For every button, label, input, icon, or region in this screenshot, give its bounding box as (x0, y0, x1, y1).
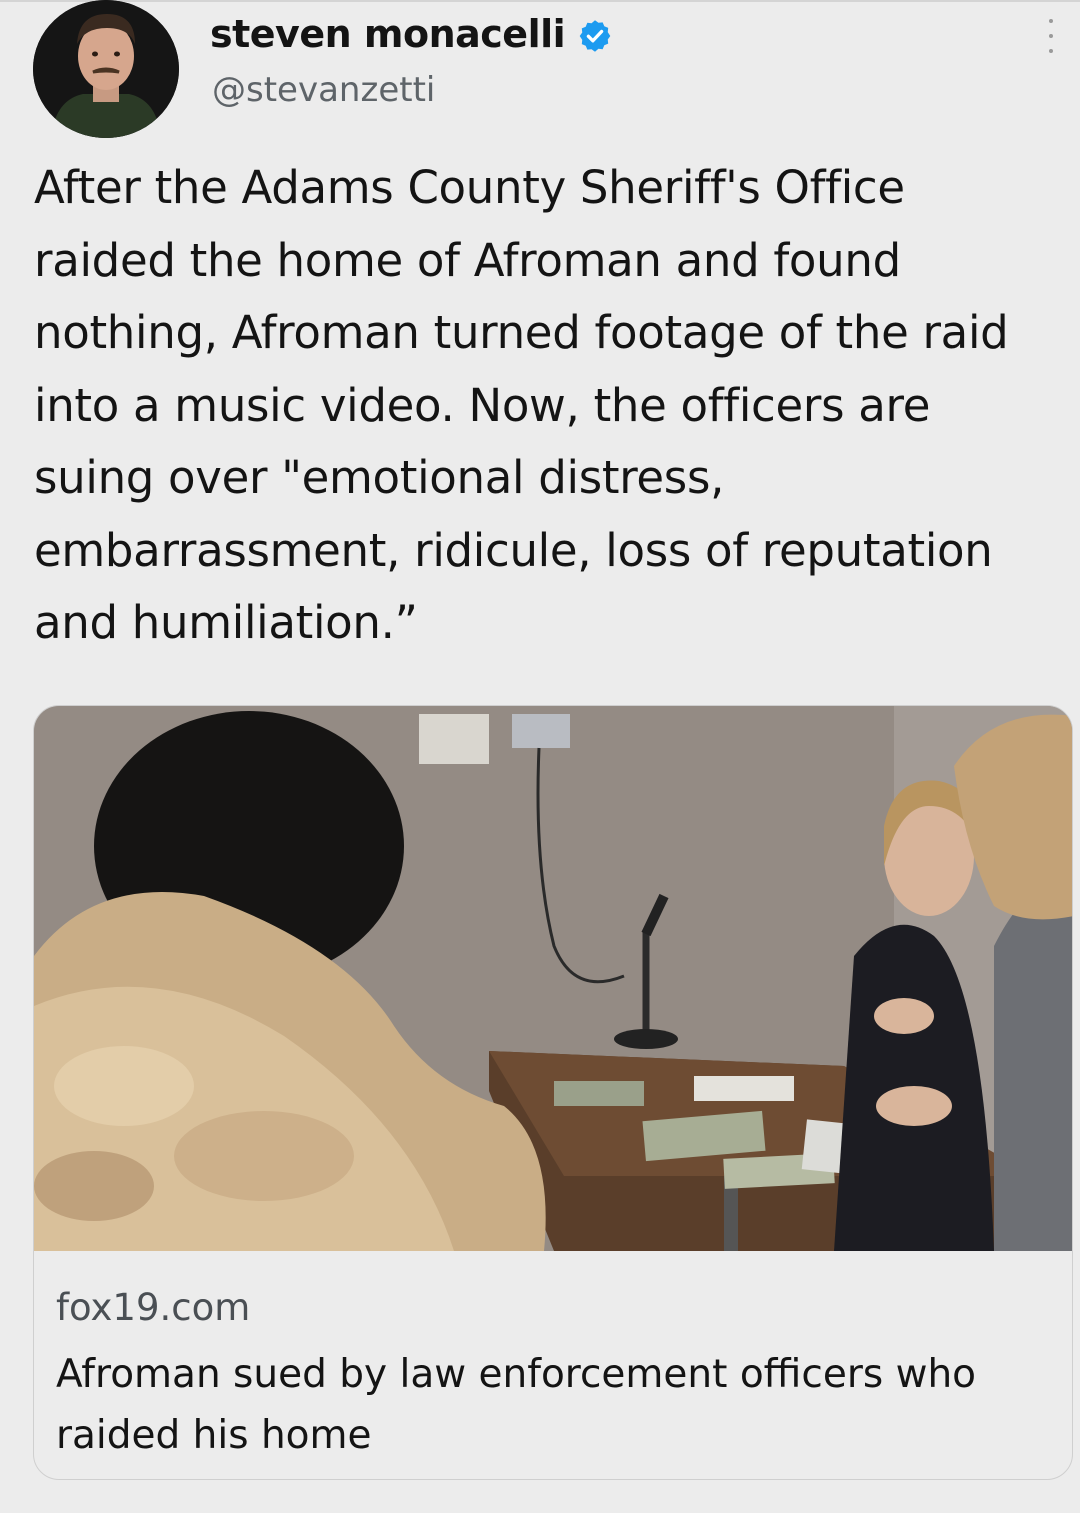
author-name[interactable]: steven monacelli (210, 12, 566, 56)
verified-badge-icon (579, 20, 611, 52)
top-divider (0, 0, 1080, 2)
tweet-text: After the Adams County Sheriff's Office … (34, 161, 1009, 649)
link-title[interactable]: Afroman sued by law enforcement officers… (56, 1344, 1046, 1466)
author-handle[interactable]: @stevanzetti (212, 70, 435, 110)
author-header: steven monacelli (210, 12, 613, 56)
more-options-icon[interactable] (1040, 16, 1062, 56)
link-domain: fox19.com (56, 1286, 251, 1329)
link-preview-card[interactable]: fox19.com Afroman sued by law enforcemen… (33, 705, 1073, 1480)
avatar-photo (33, 0, 179, 138)
preview-photo (34, 706, 1072, 1251)
link-preview-image[interactable] (34, 706, 1072, 1251)
author-avatar[interactable] (33, 0, 179, 138)
